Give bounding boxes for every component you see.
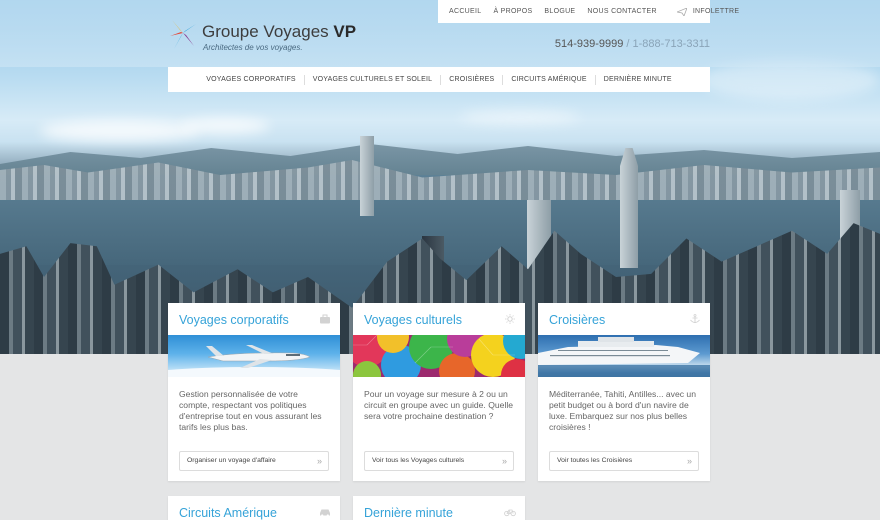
card-header: Circuits Amérique: [168, 496, 340, 520]
cta-voir-croisieres[interactable]: Voir toutes les Croisières »: [549, 451, 699, 471]
nav-circuits-amerique[interactable]: CIRCUITS AMÉRIQUE: [502, 74, 594, 85]
card-derniere-minute: Dernière minute: [353, 496, 525, 520]
logo[interactable]: Groupe Voyages VP Architectes de vos voy…: [168, 16, 368, 56]
topnav-blogue[interactable]: BLOGUE: [538, 8, 581, 15]
card-title[interactable]: Croisières: [549, 313, 605, 327]
topnav-accueil[interactable]: ACCUEIL: [438, 8, 487, 15]
card-image-umbrellas: [353, 335, 525, 377]
card-image-cruise-ship: [538, 335, 710, 377]
main-navigation: VOYAGES CORPORATIFS VOYAGES CULTURELS ET…: [168, 67, 710, 92]
brand-tagline: Architectes de vos voyages.: [203, 43, 303, 52]
card-header: Dernière minute: [353, 496, 525, 520]
card-circuits-amerique: Circuits Amérique: [168, 496, 340, 520]
phone-separator: /: [623, 38, 633, 50]
nav-voyages-culturels[interactable]: VOYAGES CULTURELS ET SOLEIL: [303, 74, 440, 85]
card-header: Croisières: [538, 303, 710, 335]
button-label: Voir tous les Voyages culturels: [372, 457, 465, 464]
nav-derniere-minute[interactable]: DERNIÈRE MINUTE: [594, 74, 680, 85]
newsletter-link[interactable]: INFOLETTRE: [669, 7, 746, 16]
phone-local[interactable]: 514-939-9999: [555, 38, 624, 50]
cta-voir-voyages-culturels[interactable]: Voir tous les Voyages culturels »: [364, 451, 514, 471]
card-croisieres: Croisières Méditerranée, Tahiti, Antille…: [538, 303, 710, 481]
card-title[interactable]: Voyages corporatifs: [179, 313, 289, 327]
topnav-a-propos[interactable]: À PROPOS: [487, 8, 538, 15]
double-chevron-right-icon: »: [316, 456, 322, 466]
anchor-icon: [690, 314, 700, 323]
double-chevron-right-icon: »: [501, 456, 507, 466]
card-title[interactable]: Voyages culturels: [364, 313, 462, 327]
card-header: Voyages culturels: [353, 303, 525, 335]
newsletter-label: INFOLETTRE: [692, 8, 740, 15]
nav-voyages-corporatifs[interactable]: VOYAGES CORPORATIFS: [198, 75, 304, 85]
compass-star-logo-icon: [170, 20, 196, 49]
nav-croisieres[interactable]: CROISIÈRES: [440, 74, 502, 85]
phone-numbers: 514-939-9999 / 1-888-713-3311: [555, 38, 710, 50]
button-label: Voir toutes les Croisières: [557, 457, 633, 464]
cta-organiser-voyage-affaire[interactable]: Organiser un voyage d'affaire »: [179, 451, 329, 471]
card-image-jet: [168, 335, 340, 377]
button-label: Organiser un voyage d'affaire: [187, 457, 276, 464]
briefcase-icon: [320, 314, 330, 324]
top-navigation: ACCUEIL À PROPOS BLOGUE NOUS CONTACTER I…: [438, 0, 739, 23]
double-chevron-right-icon: »: [686, 456, 692, 466]
card-voyages-culturels: Voyages culturels Pour un voyage sur mes…: [353, 303, 525, 481]
card-voyages-corporatifs: Voyages corporatifs Gestion personnalisé…: [168, 303, 340, 481]
paper-plane-icon: [676, 7, 687, 16]
card-title[interactable]: Dernière minute: [364, 506, 453, 520]
card-description: Pour un voyage sur mesure à 2 ou un circ…: [364, 389, 514, 421]
car-icon: [320, 509, 330, 517]
card-title[interactable]: Circuits Amérique: [179, 506, 277, 520]
brand-name: Groupe Voyages VP: [202, 22, 357, 41]
card-description: Gestion personnalisée de votre compte, r…: [179, 389, 322, 432]
topnav-nous-contacter[interactable]: NOUS CONTACTER: [581, 8, 662, 15]
phone-tollfree[interactable]: 1-888-713-3311: [633, 38, 710, 50]
card-description: Méditerranée, Tahiti, Antilles... avec u…: [549, 389, 696, 432]
card-header: Voyages corporatifs: [168, 303, 340, 335]
bicycle-icon: [504, 509, 516, 517]
sun-icon: [505, 314, 515, 324]
